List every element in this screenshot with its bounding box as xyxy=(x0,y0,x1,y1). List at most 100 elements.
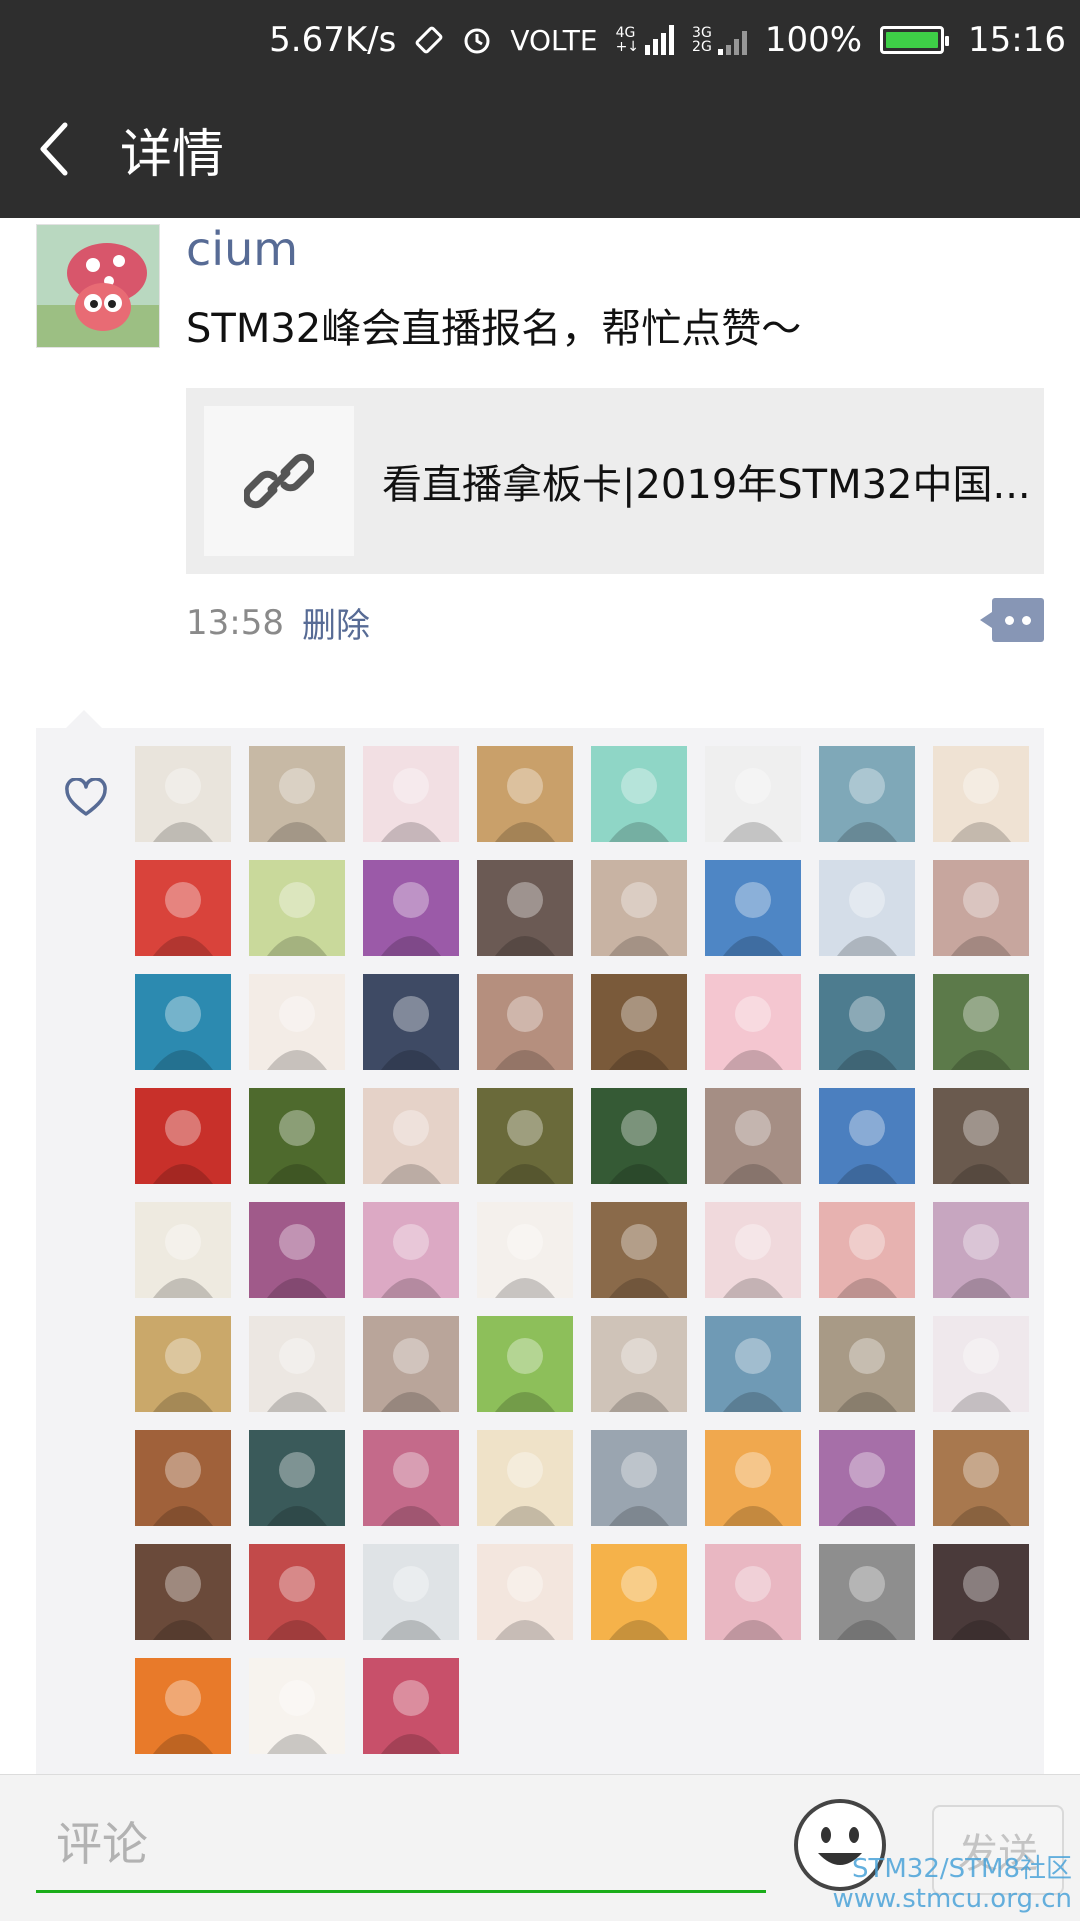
likes-panel xyxy=(36,710,1044,1778)
liker-avatar[interactable] xyxy=(249,860,345,956)
watermark: STM32/STM8社区 www.stmcu.org.cn xyxy=(833,1854,1072,1914)
shared-link-card[interactable]: 看直播拿板卡|2019年STM32中国... xyxy=(186,388,1044,574)
clock: 15:16 xyxy=(968,20,1066,60)
sim2-label-top: 3G xyxy=(692,25,712,41)
dot-icon xyxy=(1005,615,1014,625)
network-speed: 5.67K/s xyxy=(269,20,397,60)
liker-avatar[interactable] xyxy=(249,1088,345,1184)
back-arrow-icon xyxy=(40,122,68,176)
liker-avatar[interactable] xyxy=(135,1202,231,1298)
comment-input[interactable] xyxy=(36,1797,766,1893)
liker-avatar[interactable] xyxy=(249,1316,345,1412)
liker-avatar[interactable] xyxy=(819,746,915,842)
liker-avatar[interactable] xyxy=(591,1316,687,1412)
liker-avatar[interactable] xyxy=(363,746,459,842)
liker-avatar[interactable] xyxy=(705,1202,801,1298)
liker-avatar[interactable] xyxy=(819,1544,915,1640)
liker-avatar[interactable] xyxy=(819,1430,915,1526)
liker-avatar[interactable] xyxy=(135,860,231,956)
liker-avatar[interactable] xyxy=(477,746,573,842)
liker-avatar[interactable] xyxy=(363,1544,459,1640)
liker-avatar[interactable] xyxy=(591,746,687,842)
liker-avatar[interactable] xyxy=(135,1316,231,1412)
liker-avatar[interactable] xyxy=(477,1088,573,1184)
liker-avatar[interactable] xyxy=(933,1544,1029,1640)
sim1-label: 4G xyxy=(615,25,636,41)
liker-avatar[interactable] xyxy=(933,1430,1029,1526)
volte-label: VOLTE xyxy=(510,23,598,57)
liker-avatar[interactable] xyxy=(705,1316,801,1412)
rotate-icon xyxy=(414,25,444,55)
liker-avatar[interactable] xyxy=(249,1430,345,1526)
liker-avatar[interactable] xyxy=(363,1430,459,1526)
liker-avatar[interactable] xyxy=(933,1202,1029,1298)
liker-avatar[interactable] xyxy=(135,746,231,842)
liker-avatar[interactable] xyxy=(477,860,573,956)
liker-avatar[interactable] xyxy=(933,1316,1029,1412)
liker-avatar[interactable] xyxy=(249,746,345,842)
liker-avatar[interactable] xyxy=(933,746,1029,842)
liker-avatar[interactable] xyxy=(819,1316,915,1412)
liker-avatar[interactable] xyxy=(135,1430,231,1526)
liker-avatar[interactable] xyxy=(933,860,1029,956)
liker-avatar[interactable] xyxy=(477,1544,573,1640)
liker-avatar[interactable] xyxy=(705,746,801,842)
liker-avatar[interactable] xyxy=(819,860,915,956)
sim1-signal-icon: 4G +↓ xyxy=(615,25,675,55)
liker-avatar[interactable] xyxy=(363,1316,459,1412)
liker-avatar[interactable] xyxy=(135,1658,231,1754)
liker-avatar[interactable] xyxy=(819,1202,915,1298)
author-avatar[interactable] xyxy=(36,224,160,348)
liker-avatar[interactable] xyxy=(819,1088,915,1184)
post-text: STM32峰会直播报名，帮忙点赞～ xyxy=(186,306,802,352)
sim2-signal-icon: 3G 2G xyxy=(692,25,747,55)
watermark-line2: www.stmcu.org.cn xyxy=(832,1884,1072,1914)
liker-avatar[interactable] xyxy=(705,1544,801,1640)
delete-button[interactable]: 删除 xyxy=(302,598,370,647)
liker-avatar[interactable] xyxy=(705,1088,801,1184)
heart-icon xyxy=(65,778,107,816)
liker-avatar[interactable] xyxy=(933,974,1029,1070)
liker-avatar[interactable] xyxy=(591,974,687,1070)
post-time: 13:58 xyxy=(186,602,284,643)
liker-avatar[interactable] xyxy=(135,974,231,1070)
liker-avatar[interactable] xyxy=(591,1202,687,1298)
comment-menu-button[interactable] xyxy=(980,598,1044,642)
liker-avatar[interactable] xyxy=(477,974,573,1070)
back-button[interactable] xyxy=(0,80,110,218)
liker-avatar[interactable] xyxy=(363,1658,459,1754)
link-icon xyxy=(244,453,314,509)
liker-avatar[interactable] xyxy=(819,974,915,1070)
page-title: 详情 xyxy=(120,124,225,185)
liker-avatar[interactable] xyxy=(933,1088,1029,1184)
liker-avatar[interactable] xyxy=(477,1316,573,1412)
liker-avatar[interactable] xyxy=(705,860,801,956)
liker-avatar[interactable] xyxy=(591,1088,687,1184)
sim2-label-bottom: 2G xyxy=(692,39,712,55)
liker-avatar[interactable] xyxy=(249,974,345,1070)
link-thumbnail xyxy=(204,406,354,556)
battery-percent: 100% xyxy=(764,20,863,60)
sim1-arrows: +↓ xyxy=(615,39,640,55)
liker-avatar[interactable] xyxy=(249,1202,345,1298)
liker-avatar[interactable] xyxy=(135,1088,231,1184)
liker-avatar[interactable] xyxy=(363,1088,459,1184)
liker-avatar[interactable] xyxy=(591,860,687,956)
liker-avatar[interactable] xyxy=(705,1430,801,1526)
liker-avatar[interactable] xyxy=(363,1202,459,1298)
liker-avatar[interactable] xyxy=(477,1430,573,1526)
author-name[interactable]: cium xyxy=(186,222,298,276)
post-meta: 13:58 删除 xyxy=(186,598,370,647)
liker-avatar[interactable] xyxy=(135,1544,231,1640)
liker-avatar[interactable] xyxy=(477,1202,573,1298)
liker-avatar[interactable] xyxy=(363,974,459,1070)
liker-avatar[interactable] xyxy=(363,860,459,956)
liker-avatar[interactable] xyxy=(591,1430,687,1526)
liker-avatar[interactable] xyxy=(705,974,801,1070)
alarm-icon xyxy=(462,25,492,55)
liker-avatar[interactable] xyxy=(249,1658,345,1754)
liker-avatar[interactable] xyxy=(591,1544,687,1640)
status-bar: 5.67K/s VOLTE 4G +↓ 3G 2G 100% 15:16 xyxy=(0,0,1080,80)
liker-avatar[interactable] xyxy=(249,1544,345,1640)
watermark-line1: STM32/STM8社区 xyxy=(851,1854,1072,1884)
